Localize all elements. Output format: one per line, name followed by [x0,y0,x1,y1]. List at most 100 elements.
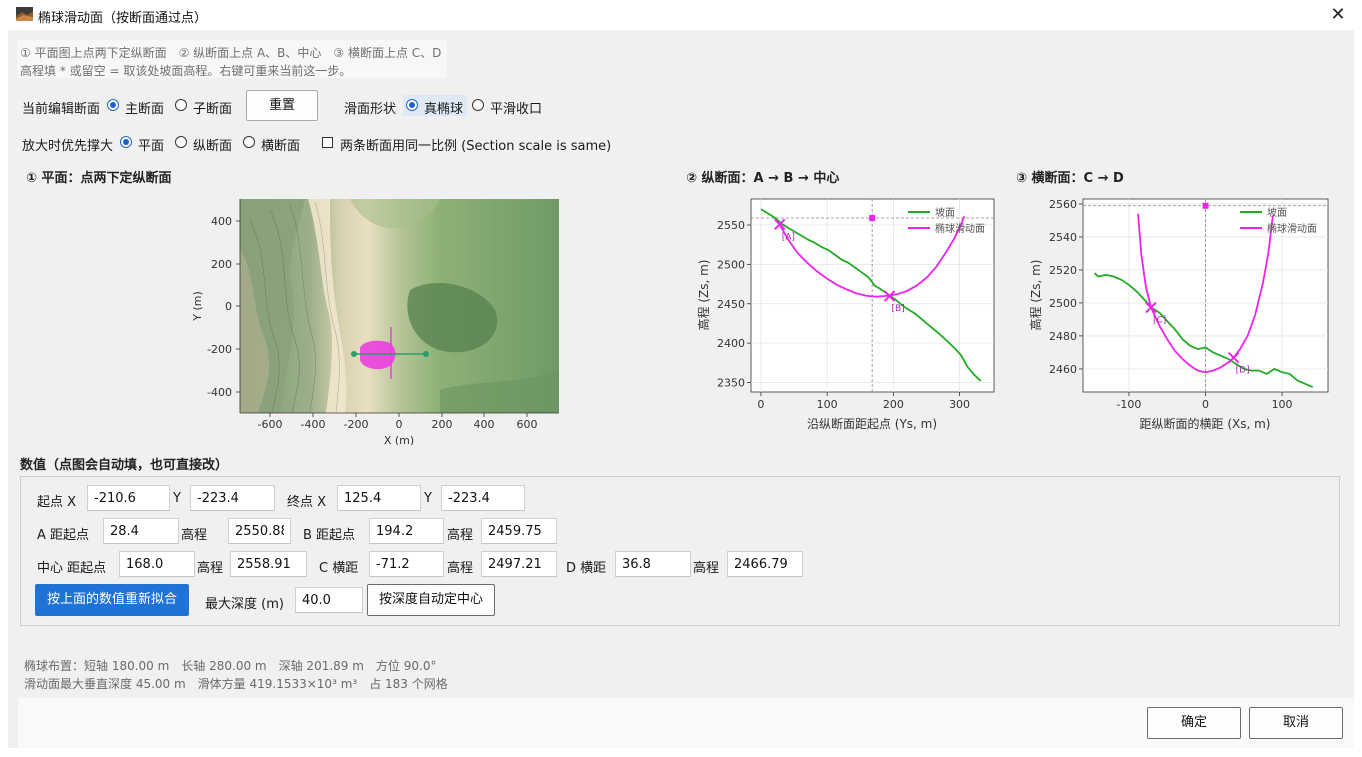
close-icon[interactable]: ✕ [1326,4,1350,26]
start-x-label: 起点 X [37,495,77,510]
cross-ytick: 2500 [1049,297,1077,310]
b-elev-input[interactable] [481,518,557,544]
b-dist-input[interactable] [369,518,444,544]
plan-xtick: 400 [474,418,495,431]
cross-panel-title: ③ 横断面：C → D [1016,171,1124,186]
plan-xtick: 200 [432,418,453,431]
legend-surface-text: 椭球滑动面 [935,222,985,235]
zoom-plan-radio[interactable] [120,136,132,148]
values-title: 数值（点图会自动填，也可直接改） [20,458,229,473]
legend-slope-text: 坡面 [1267,206,1287,219]
c-lat-input[interactable] [369,551,444,577]
smooth-closure-radio[interactable] [472,99,484,111]
true-ellipsoid-label[interactable]: 真椭球 [424,98,463,117]
zoom-cross-radio[interactable] [243,136,255,148]
sub-section-label[interactable]: 子断面 [193,98,232,117]
a-dist-label: A 距起点 [37,528,90,543]
sub-section-radio[interactable] [175,99,187,111]
cross-ytick: 2560 [1049,198,1077,211]
d-lat-input[interactable] [615,551,691,577]
terrain-raster [240,199,559,414]
plan-xlabel: X (m) [384,434,414,445]
a-elev-input[interactable] [228,518,291,544]
plan-view-map[interactable]: -600 -400 -200 0 200 400 600 400 200 0 -… [180,190,580,445]
plan-xtick: -400 [301,418,326,431]
center-dist-input[interactable] [119,551,195,577]
cross-ytick: 2520 [1049,264,1077,277]
plan-panel-title: ① 平面：点两下定纵断面 [26,171,172,186]
long-ylabel: 高程 (Zs, m) [696,260,711,331]
plan-ytick: 0 [225,300,232,313]
d-elev-input[interactable] [727,551,803,577]
ok-button[interactable]: 确定 [1147,707,1241,739]
long-ytick: 2500 [717,258,745,271]
long-xtick: 100 [817,398,838,411]
longitudinal-section-chart[interactable]: 0 100 200 300 25502500245024002350 [A] [B] … [690,190,1010,440]
auto-center-button[interactable]: 按深度自动定中心 [367,584,495,616]
cross-center-marker[interactable] [1202,202,1209,209]
d-lat-label: D 横距 [566,561,607,576]
cross-label-c: [C] [1153,316,1166,326]
main-section-label[interactable]: 主断面 [125,98,164,117]
b-dist-label: B 距起点 [303,528,356,543]
center-elev-input[interactable] [230,551,307,577]
refit-button[interactable]: 按上面的数值重新拟合 [35,584,189,616]
reset-button[interactable]: 重置 [246,90,318,121]
d-elev-label: 高程 [693,561,720,576]
zoom-longitudinal-label[interactable]: 纵断面 [193,135,232,154]
long-ytick: 2350 [717,377,745,390]
section-start-point[interactable] [351,351,357,357]
start-y-input[interactable] [190,485,275,511]
a-dist-input[interactable] [103,518,179,544]
c-elev-label: 高程 [447,561,474,576]
plan-ytick: 400 [211,215,232,228]
main-section-radio[interactable] [107,99,119,111]
cross-section-chart[interactable]: -100 0 100 2560 2540 2520 2500 2480 2460 [C] [D… [1022,190,1342,440]
same-scale-label[interactable]: 两条断面用同一比例 (Section scale is same) [340,135,611,154]
long-ytick: 2550 [717,219,745,232]
app-icon [16,7,33,21]
zoom-plan-label[interactable]: 平面 [138,135,164,154]
cross-ylabel: 高程 (Zs, m) [1028,260,1043,331]
section-end-point[interactable] [423,351,429,357]
end-x-input[interactable] [337,485,421,511]
cross-xtick: -100 [1116,398,1141,411]
end-y-input[interactable] [441,485,525,511]
surface-shape-label: 滑面形状 [344,102,397,117]
sliding-mass-footprint [360,340,396,370]
long-xtick: 300 [949,398,970,411]
plan-ylabel: Y (m) [191,291,204,322]
plan-xtick: 0 [396,418,403,431]
plan-ytick: -400 [207,386,232,399]
max-depth-input[interactable] [295,587,363,613]
cross-xlabel: 距纵断面的横距 (Xs, m) [1140,416,1271,431]
zoom-cross-label[interactable]: 横断面 [261,135,300,154]
a-elev-label: 高程 [181,528,208,543]
c-lat-label: C 横距 [319,561,359,576]
plan-xtick: -600 [258,418,283,431]
b-elev-label: 高程 [447,528,474,543]
edit-section-label: 当前编辑断面 [22,102,101,117]
cross-label-d: [D] [1236,366,1250,376]
start-x-input[interactable] [87,485,170,511]
same-scale-checkbox[interactable] [322,137,333,148]
zoom-longitudinal-radio[interactable] [175,136,187,148]
true-ellipsoid-radio[interactable] [406,99,418,111]
center-dist-label: 中心 距起点 [37,561,107,576]
cross-ytick: 2480 [1049,330,1077,343]
long-center-marker[interactable] [869,214,876,221]
hint-line-2: 高程填 * 或留空 = 取该处坡面高程。右键可重来当前这一步。 [20,64,352,78]
hint-line-1: ① 平面图上点两下定纵断面 ② 纵断面上点 A、B、中心 ③ 横断面上点 C、D [20,46,442,60]
cancel-button[interactable]: 取消 [1249,707,1343,739]
cross-xtick: 0 [1202,398,1209,411]
max-depth-label: 最大深度 (m) [205,597,284,612]
smooth-closure-label[interactable]: 平滑收口 [490,98,542,117]
end-y-label: Y [424,491,432,506]
plan-xtick: 600 [517,418,538,431]
cross-ytick: 2540 [1049,231,1077,244]
long-xtick: 200 [883,398,904,411]
end-x-label: 终点 X [287,495,327,510]
c-elev-input[interactable] [481,551,557,577]
plan-ytick: 200 [211,258,232,271]
legend-slope-text: 坡面 [935,206,955,219]
